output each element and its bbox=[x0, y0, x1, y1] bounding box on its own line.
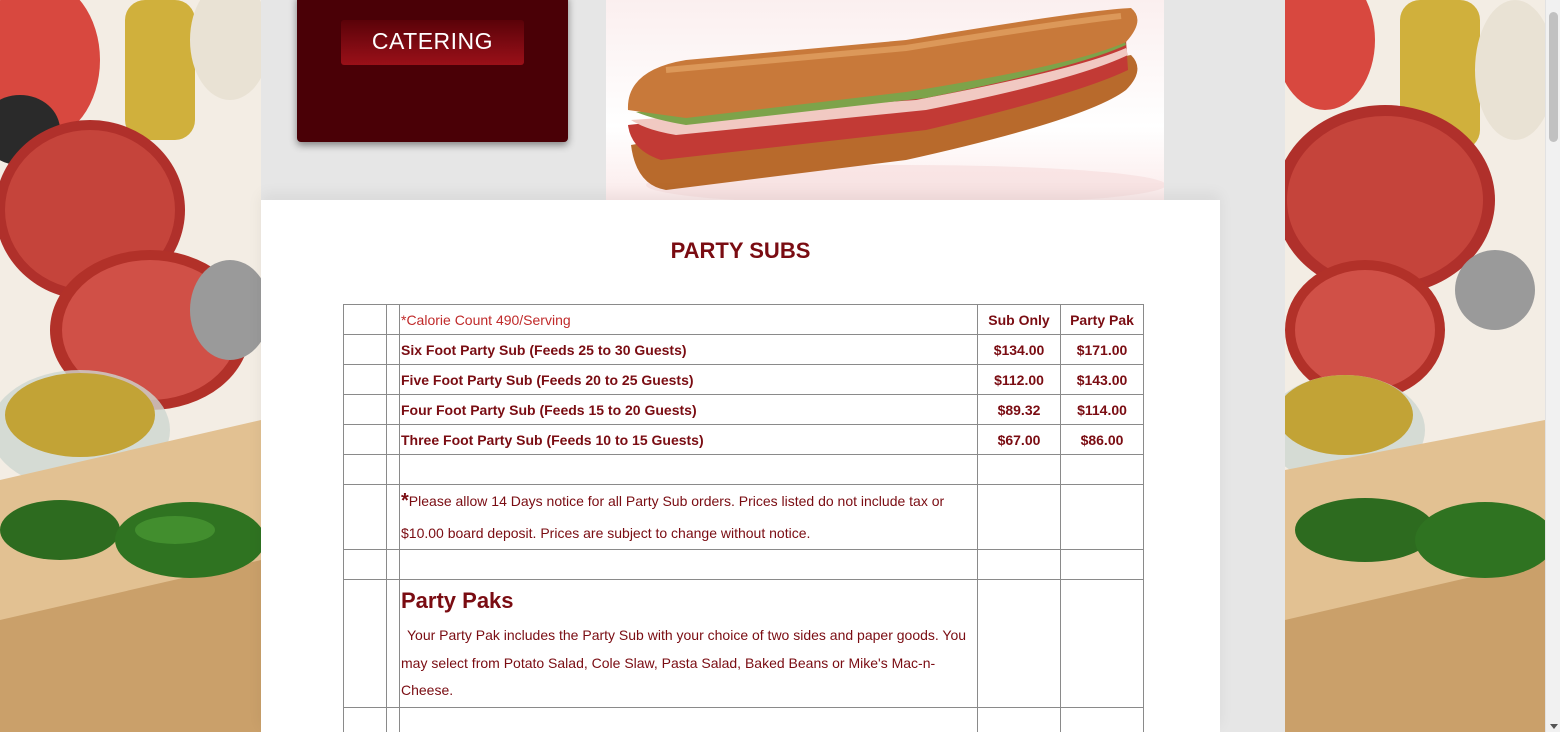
party-pak-price: $86.00 bbox=[1060, 424, 1144, 455]
table-row: Five Foot Party Sub (Feeds 20 to 25 Gues… bbox=[343, 364, 1144, 395]
table-cell-empty bbox=[386, 424, 400, 455]
party-paks-description: Your Party Pak includes the Party Sub wi… bbox=[401, 627, 967, 698]
party-pak-price: $114.00 bbox=[1060, 394, 1144, 425]
salami-peppers-illustration-left bbox=[0, 0, 261, 732]
table-cell-empty bbox=[386, 549, 400, 580]
table-cell-empty bbox=[343, 484, 387, 550]
table-row-empty bbox=[343, 549, 1144, 580]
vertical-scrollbar[interactable] bbox=[1545, 0, 1560, 732]
table-row: Four Foot Party Sub (Feeds 15 to 20 Gues… bbox=[343, 394, 1144, 425]
sub-only-price: $112.00 bbox=[977, 364, 1061, 395]
table-cell-empty bbox=[386, 454, 400, 485]
table-cell-empty bbox=[343, 549, 387, 580]
party-sub-illustration bbox=[627, 8, 1164, 205]
column-header-party-pak: Party Pak bbox=[1060, 304, 1144, 335]
background-image-right bbox=[1285, 0, 1545, 732]
party-pak-price: $171.00 bbox=[1060, 334, 1144, 365]
asterisk-marker: * bbox=[401, 490, 409, 512]
table-cell-empty bbox=[343, 454, 387, 485]
background-image-left bbox=[0, 0, 261, 732]
table-cell-empty bbox=[399, 549, 978, 580]
table-cell-empty bbox=[343, 579, 387, 708]
page-column: CATERING PARTY SUBS *Calorie Count 490/S… bbox=[261, 0, 1285, 732]
table-row-empty bbox=[343, 454, 1144, 485]
table-row: Six Foot Party Sub (Feeds 25 to 30 Guest… bbox=[343, 334, 1144, 365]
table-header-row: *Calorie Count 490/Serving Sub Only Part… bbox=[343, 304, 1144, 335]
sub-only-price: $134.00 bbox=[977, 334, 1061, 365]
table-cell-empty bbox=[343, 424, 387, 455]
sub-only-price: $89.32 bbox=[977, 394, 1061, 425]
table-cell-empty bbox=[1060, 549, 1144, 580]
table-cell-empty bbox=[399, 706, 978, 732]
item-name: Three Foot Party Sub (Feeds 10 to 15 Gue… bbox=[399, 424, 978, 455]
table-cell-empty bbox=[343, 706, 387, 732]
sub-only-price: $67.00 bbox=[977, 424, 1061, 455]
table-cell-empty bbox=[386, 364, 400, 395]
table-row-empty bbox=[343, 706, 1144, 732]
table-cell-empty bbox=[977, 454, 1061, 485]
party-paks-heading: Party Paks bbox=[401, 588, 514, 613]
catering-card: CATERING bbox=[297, 0, 568, 142]
salami-peppers-illustration-right bbox=[1285, 0, 1545, 732]
party-paks-row: Party Paks Your Party Pak includes the P… bbox=[343, 579, 1144, 708]
table-cell-empty bbox=[343, 394, 387, 425]
table-cell-empty bbox=[386, 334, 400, 365]
table-cell-empty bbox=[386, 706, 400, 732]
column-header-sub-only: Sub Only bbox=[977, 304, 1061, 335]
table-cell-empty bbox=[1060, 579, 1144, 708]
table-cell-empty bbox=[386, 394, 400, 425]
table-cell-empty bbox=[1060, 454, 1144, 485]
table-cell-empty bbox=[977, 706, 1061, 732]
party-subs-table: *Calorie Count 490/Serving Sub Only Part… bbox=[343, 304, 1144, 732]
table-cell-empty bbox=[399, 454, 978, 485]
item-name: Four Foot Party Sub (Feeds 15 to 20 Gues… bbox=[399, 394, 978, 425]
content-panel: PARTY SUBS *Calorie Count 490/Serving Su… bbox=[261, 200, 1220, 732]
catering-button[interactable]: CATERING bbox=[341, 20, 524, 65]
order-notice-text: Please allow 14 Days notice for all Part… bbox=[401, 493, 945, 541]
table-cell-empty bbox=[343, 334, 387, 365]
table-cell-empty bbox=[977, 484, 1061, 550]
party-pak-price: $143.00 bbox=[1060, 364, 1144, 395]
table-cell-empty bbox=[386, 304, 400, 335]
order-notice: *Please allow 14 Days notice for all Par… bbox=[399, 484, 978, 550]
notice-row: *Please allow 14 Days notice for all Par… bbox=[343, 484, 1144, 550]
table-cell-empty bbox=[977, 549, 1061, 580]
table-cell-empty bbox=[343, 304, 387, 335]
item-name: Five Foot Party Sub (Feeds 20 to 25 Gues… bbox=[399, 364, 978, 395]
table-cell-empty bbox=[977, 579, 1061, 708]
table-row: Three Foot Party Sub (Feeds 10 to 15 Gue… bbox=[343, 424, 1144, 455]
scrollbar-thumb[interactable] bbox=[1549, 12, 1558, 142]
calorie-note: *Calorie Count 490/Serving bbox=[399, 304, 978, 335]
table-cell-empty bbox=[386, 579, 400, 708]
table-cell-empty bbox=[343, 364, 387, 395]
party-sub-hero-image bbox=[606, 0, 1164, 211]
table-cell-empty bbox=[386, 484, 400, 550]
table-cell-empty bbox=[1060, 484, 1144, 550]
item-name: Six Foot Party Sub (Feeds 25 to 30 Guest… bbox=[399, 334, 978, 365]
chevron-down-icon[interactable] bbox=[1550, 724, 1558, 729]
party-paks-cell: Party Paks Your Party Pak includes the P… bbox=[399, 579, 978, 708]
page-title: PARTY SUBS bbox=[670, 238, 811, 263]
table-cell-empty bbox=[1060, 706, 1144, 732]
